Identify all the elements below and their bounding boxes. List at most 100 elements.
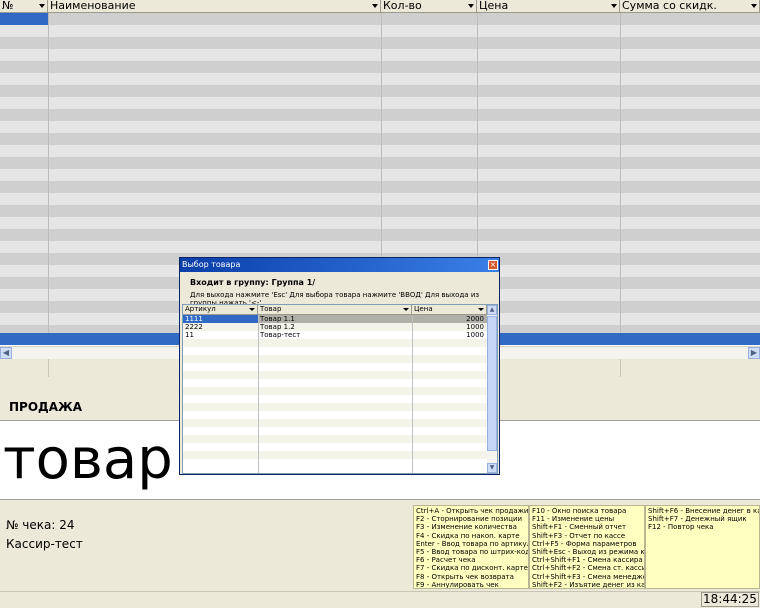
close-icon[interactable]: × <box>488 260 498 270</box>
table-row[interactable] <box>0 73 760 85</box>
column-header-item-price[interactable]: Цена <box>412 305 487 315</box>
hotkey-item: F8 - Открыть чек возврата <box>416 572 514 581</box>
table-row[interactable] <box>0 121 760 133</box>
scroll-up-icon[interactable]: ▲ <box>487 305 497 315</box>
table-row[interactable] <box>0 61 760 73</box>
product-select-dialog: Выбор товара × Входит в группу: Группа 1… <box>179 257 500 475</box>
column-label: № <box>2 0 14 12</box>
table-row[interactable] <box>183 339 487 347</box>
hotkey-item: F12 - Повтор чека <box>648 523 714 532</box>
chevron-down-icon[interactable] <box>39 4 45 8</box>
active-cell[interactable] <box>0 13 48 25</box>
table-row[interactable] <box>0 145 760 157</box>
table-row[interactable] <box>183 387 487 395</box>
cell-price: 1000 <box>466 331 484 339</box>
table-row[interactable] <box>183 379 487 387</box>
table-row[interactable] <box>183 443 487 451</box>
cell-item: Товар 1.1 <box>260 315 295 323</box>
column-header-quantity[interactable]: Кол-во <box>381 0 477 13</box>
table-row[interactable] <box>0 37 760 49</box>
column-label: Наименование <box>50 0 136 12</box>
table-row[interactable] <box>0 205 760 217</box>
cheque-number: № чека: 24 <box>6 518 75 532</box>
clock: 18:44:25 <box>701 592 759 607</box>
table-row[interactable] <box>183 347 487 355</box>
column-header-item[interactable]: Товар <box>258 305 412 315</box>
hotkey-item: Ctrl+Shift+F3 - Смена менеджера <box>532 572 645 581</box>
hotkey-item: F7 - Скидка по дисконт. карте <box>416 564 528 573</box>
table-row[interactable] <box>183 355 487 363</box>
table-row[interactable] <box>183 371 487 379</box>
column-header-number[interactable]: № <box>0 0 48 13</box>
table-row[interactable] <box>0 193 760 205</box>
table-row[interactable] <box>0 133 760 145</box>
hotkey-item: Ctrl+Shift+F2 - Смена ст. кассира <box>532 564 645 573</box>
dialog-group: Входит в группу: Группа 1/ <box>190 278 316 287</box>
column-header-name[interactable]: Наименование <box>48 0 381 13</box>
chevron-down-icon[interactable] <box>468 4 474 8</box>
chevron-down-icon[interactable] <box>478 308 484 311</box>
table-row[interactable]: 2222 Товар 1.2 1000 <box>183 323 487 331</box>
hotkey-item: Shift+Esc - Выход из режима кассира <box>532 548 645 557</box>
scroll-right-icon[interactable]: ▶ <box>748 347 760 359</box>
column-header-article[interactable]: Артикул <box>183 305 258 315</box>
scroll-thumb[interactable] <box>487 316 497 451</box>
table-row[interactable] <box>0 85 760 97</box>
hotkeys-panel-2: F10 - Окно поиска товара F11 - Изменение … <box>529 505 645 589</box>
table-row[interactable] <box>183 403 487 411</box>
product-grid[interactable]: Артикул Товар Цена 1111 Товар 1.1 2000 2222… <box>182 304 498 474</box>
hotkey-item: Shift+F2 - Изъятие денег из кассы <box>532 580 645 589</box>
vertical-scrollbar[interactable]: ▲ ▼ <box>487 305 497 473</box>
hotkey-item: Ctrl+F5 - Форма параметров <box>532 539 637 548</box>
column-header-sum[interactable]: Сумма со скидк. <box>620 0 760 13</box>
column-label: Товар <box>260 305 282 313</box>
footer-divider <box>48 359 49 377</box>
cell-article: 1111 <box>183 315 258 323</box>
cell-price: 2000 <box>466 315 484 323</box>
table-row[interactable] <box>0 169 760 181</box>
column-header-price[interactable]: Цена <box>477 0 620 13</box>
table-row[interactable] <box>0 49 760 61</box>
column-divider <box>48 13 49 333</box>
table-row[interactable] <box>0 25 760 37</box>
column-label: Кол-во <box>383 0 422 12</box>
table-row[interactable] <box>183 435 487 443</box>
chevron-down-icon[interactable] <box>611 4 617 8</box>
cell-article: 2222 <box>185 323 203 331</box>
table-row[interactable] <box>183 411 487 419</box>
table-row[interactable] <box>183 363 487 371</box>
table-row[interactable] <box>183 459 487 467</box>
scroll-left-icon[interactable]: ◀ <box>0 347 12 359</box>
cell-item: Товар-тест <box>260 331 301 339</box>
table-row[interactable] <box>0 13 760 25</box>
column-divider <box>620 13 621 333</box>
chevron-down-icon[interactable] <box>751 4 757 8</box>
cell-article: 11 <box>185 331 194 339</box>
footer-divider <box>620 359 621 377</box>
table-row[interactable] <box>183 419 487 427</box>
hotkey-item: Enter - Ввод товара по артикулу <box>416 539 529 548</box>
hotkey-item: Shift+F3 - Отчет по кассе <box>532 531 626 540</box>
hotkey-item: F9 - Аннулировать чек <box>416 580 499 589</box>
chevron-down-icon[interactable] <box>372 4 378 8</box>
table-row[interactable] <box>0 97 760 109</box>
table-row[interactable] <box>0 217 760 229</box>
column-label: Цена <box>414 305 433 313</box>
table-row[interactable] <box>0 157 760 169</box>
table-row[interactable] <box>0 229 760 241</box>
dialog-title[interactable]: Выбор товара <box>180 258 499 272</box>
chevron-down-icon[interactable] <box>403 308 409 311</box>
table-row[interactable] <box>183 427 487 435</box>
table-row[interactable] <box>0 241 760 253</box>
hotkey-item: Shift+F1 - Сменный отчет <box>532 523 627 532</box>
table-row[interactable] <box>0 109 760 121</box>
table-row[interactable] <box>0 181 760 193</box>
table-row[interactable] <box>183 451 487 459</box>
table-row[interactable]: 11 Товар-тест 1000 <box>183 331 487 339</box>
table-row[interactable] <box>183 395 487 403</box>
hotkey-item: F4 - Скидка по накоп. карте <box>416 531 520 540</box>
chevron-down-icon[interactable] <box>249 308 255 311</box>
table-row[interactable]: 1111 Товар 1.1 2000 <box>183 315 487 323</box>
hotkey-item: F10 - Окно поиска товара <box>532 507 627 515</box>
scroll-down-icon[interactable]: ▼ <box>487 463 497 473</box>
